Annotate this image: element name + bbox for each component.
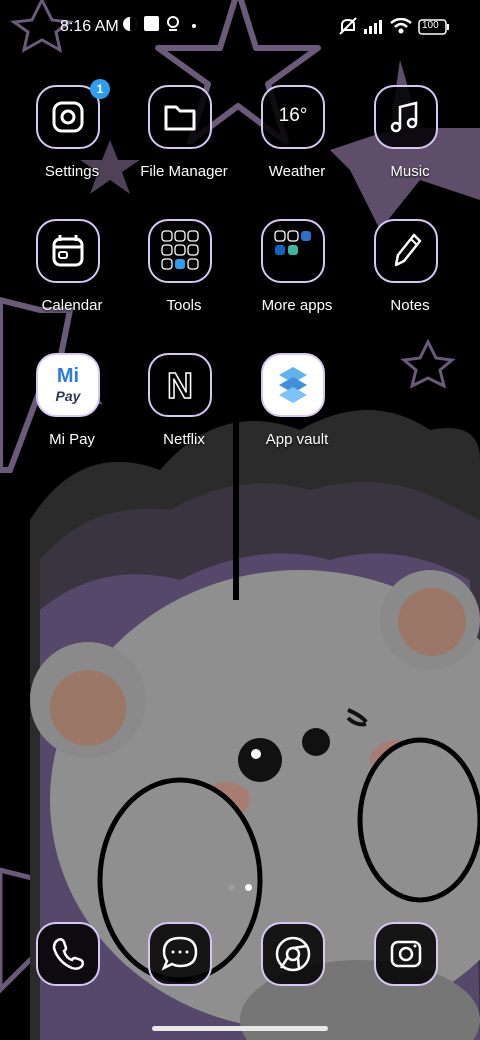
music-note-icon <box>374 85 438 149</box>
signal-icon <box>364 20 386 34</box>
star-decoration-icon <box>400 338 456 389</box>
weather-icon: 16° <box>261 85 325 149</box>
app-app-vault[interactable]: App vault <box>241 353 353 473</box>
notification-badge: 1 <box>90 79 110 99</box>
pencil-icon <box>374 219 438 283</box>
battery-icon: 100 <box>418 19 450 35</box>
more-apps-folder-icon <box>261 219 325 283</box>
face-icon <box>122 16 138 32</box>
app-label: Notes <box>390 297 430 314</box>
app-label: Netflix <box>163 431 205 448</box>
app-label: App vault <box>265 431 329 448</box>
phone-icon <box>36 922 100 986</box>
page-indicator <box>228 878 262 896</box>
dock-chrome[interactable] <box>241 922 353 994</box>
folder-tools[interactable]: Tools <box>128 219 240 339</box>
dock-messages[interactable] <box>128 922 240 994</box>
page-dot[interactable] <box>228 884 235 891</box>
netflix-icon: N <box>148 353 212 417</box>
folder-more-apps[interactable]: More apps <box>241 219 353 339</box>
chrome-icon <box>261 922 325 986</box>
app-mi-pay[interactable]: Mi Pay Mi Pay <box>16 353 128 473</box>
mi-pay-logo-top: Mi <box>56 365 80 387</box>
app-label: Mi Pay <box>49 431 95 448</box>
dock-phone[interactable] <box>16 922 128 994</box>
app-label: Music <box>390 163 430 180</box>
app-notes[interactable]: Notes <box>354 219 466 339</box>
dot-icon <box>192 24 196 28</box>
tools-folder-icon <box>148 219 212 283</box>
app-label: Settings <box>44 163 100 180</box>
app-file-manager[interactable]: File Manager <box>128 85 240 205</box>
app-label: Tools <box>166 297 202 314</box>
settings-icon <box>36 85 100 149</box>
mute-icon <box>338 16 358 36</box>
page-dot-active[interactable] <box>245 884 252 891</box>
netflix-logo: N <box>166 364 194 407</box>
app-music[interactable]: Music <box>354 85 466 205</box>
mi-pay-icon: Mi Pay <box>36 353 100 417</box>
app-settings[interactable]: 1 Settings <box>16 79 128 205</box>
app-calendar[interactable]: Calendar <box>16 219 128 339</box>
app-netflix[interactable]: N Netflix <box>128 353 240 473</box>
dock-camera[interactable] <box>354 922 466 994</box>
square-icon <box>144 16 159 31</box>
status-time: 8:16 AM <box>60 18 119 35</box>
location-pin-icon <box>166 16 180 33</box>
app-label: Calendar <box>41 297 103 314</box>
dock <box>0 922 480 994</box>
messages-icon <box>148 922 212 986</box>
app-weather[interactable]: 16° Weather <box>241 85 353 205</box>
calendar-icon <box>36 219 100 283</box>
app-label: More apps <box>261 297 333 314</box>
app-label: Weather <box>268 163 326 180</box>
app-vault-icon <box>261 353 325 417</box>
wifi-icon <box>390 18 412 34</box>
battery-level: 100 <box>422 20 439 31</box>
mi-pay-logo-bottom: Pay <box>55 388 81 404</box>
app-label: File Manager <box>140 163 228 180</box>
weather-temp: 16° <box>278 105 308 126</box>
status-bar: 8:16 AM 100 <box>0 0 480 56</box>
camera-icon <box>374 922 438 986</box>
folder-icon <box>148 85 212 149</box>
home-indicator[interactable] <box>152 1026 328 1031</box>
